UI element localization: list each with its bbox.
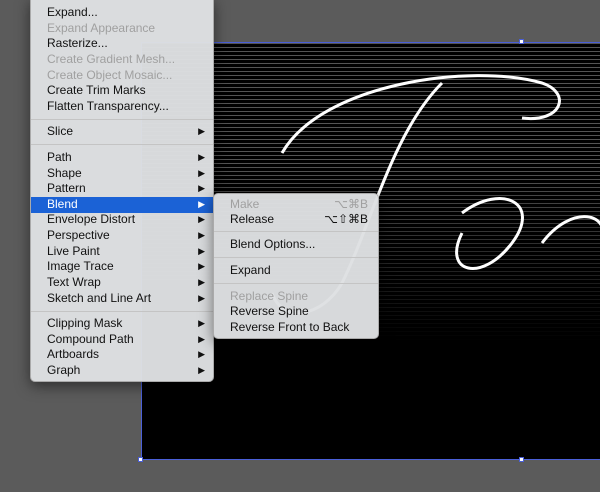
- menu-item-release[interactable]: Release ⌥⇧⌘B: [214, 212, 378, 228]
- menu-item-label: Expand: [230, 263, 271, 277]
- menu-item-label: Blend: [47, 197, 78, 211]
- menu-item-label: Release: [230, 212, 275, 226]
- menu-item-rasterize[interactable]: Rasterize...: [31, 36, 213, 52]
- shortcut-label: ⌥⇧⌘B: [324, 212, 368, 226]
- blend-submenu: Make ⌥⌘B Release ⌥⇧⌘B Blend Options... Expand…: [213, 193, 379, 339]
- menu-separator: [214, 257, 378, 258]
- submenu-arrow-icon: ▶: [198, 277, 205, 287]
- selection-handle[interactable]: [519, 457, 524, 462]
- menu-separator: [31, 311, 213, 312]
- menu-item-label: Path: [47, 150, 72, 164]
- menu-item-blend[interactable]: Blend ▶: [31, 197, 213, 213]
- menu-item-sketch-and-line-art[interactable]: Sketch and Line Art ▶: [31, 291, 213, 307]
- submenu-arrow-icon: ▶: [198, 365, 205, 375]
- menu-item-label: Compound Path: [47, 332, 134, 346]
- menu-item-label: Make: [230, 197, 260, 211]
- menu-item-label: Create Object Mosaic...: [47, 68, 173, 82]
- submenu-arrow-icon: ▶: [198, 246, 205, 256]
- menu-item-shape[interactable]: Shape ▶: [31, 166, 213, 182]
- menu-item-create-gradient-mesh: Create Gradient Mesh...: [31, 52, 213, 68]
- submenu-arrow-icon: ▶: [198, 168, 205, 178]
- menu-item-label: Clipping Mask: [47, 316, 123, 330]
- menu-item-label: Expand...: [47, 5, 98, 19]
- submenu-arrow-icon: ▶: [198, 152, 205, 162]
- menu-item-label: Sketch and Line Art: [47, 291, 152, 305]
- letter-stroke: [540, 215, 600, 244]
- menu-item-slice[interactable]: Slice ▶: [31, 124, 213, 140]
- menu-item-live-paint[interactable]: Live Paint ▶: [31, 244, 213, 260]
- menu-item-label: Perspective: [47, 228, 110, 242]
- letter-stroke: [455, 197, 524, 270]
- submenu-arrow-icon: ▶: [198, 183, 205, 193]
- menu-item-expand[interactable]: Expand...: [31, 5, 213, 21]
- submenu-arrow-icon: ▶: [198, 214, 205, 224]
- menu-item-label: Live Paint: [47, 244, 100, 258]
- submenu-arrow-icon: ▶: [198, 349, 205, 359]
- menu-item-blend-options[interactable]: Blend Options...: [214, 237, 378, 253]
- submenu-arrow-icon: ▶: [198, 261, 205, 271]
- submenu-arrow-icon: ▶: [198, 318, 205, 328]
- object-menu: Expand... Expand Appearance Rasterize... Cr…: [30, 0, 214, 382]
- menu-item-create-object-mosaic: Create Object Mosaic...: [31, 68, 213, 84]
- menu-item-label: Reverse Spine: [230, 304, 309, 318]
- menu-item-compound-path[interactable]: Compound Path ▶: [31, 332, 213, 348]
- menu-item-label: Slice: [47, 124, 74, 138]
- submenu-arrow-icon: ▶: [198, 230, 205, 240]
- menu-item-reverse-spine[interactable]: Reverse Spine: [214, 304, 378, 320]
- menu-item-replace-spine: Replace Spine: [214, 289, 378, 305]
- menu-item-path[interactable]: Path ▶: [31, 150, 213, 166]
- menu-item-make: Make ⌥⌘B: [214, 197, 378, 213]
- menu-item-label: Create Gradient Mesh...: [47, 52, 176, 66]
- menu-separator: [31, 144, 213, 145]
- menu-separator: [214, 231, 378, 232]
- menu-item-clipping-mask[interactable]: Clipping Mask ▶: [31, 316, 213, 332]
- menu-item-label: Reverse Front to Back: [230, 320, 350, 334]
- letter-stroke: [280, 74, 561, 154]
- menu-item-label: Artboards: [47, 347, 100, 361]
- menu-item-label: Graph: [47, 363, 81, 377]
- menu-item-label: Pattern: [47, 181, 86, 195]
- selection-handle[interactable]: [519, 39, 524, 44]
- menu-item-label: Blend Options...: [230, 237, 316, 251]
- menu-item-label: Create Trim Marks: [47, 83, 146, 97]
- menu-item-label: Text Wrap: [47, 275, 101, 289]
- submenu-arrow-icon: ▶: [198, 126, 205, 136]
- menu-item-label: Shape: [47, 166, 82, 180]
- menu-separator: [31, 119, 213, 120]
- shortcut-label: ⌥⌘B: [334, 197, 368, 211]
- selection-handle[interactable]: [138, 457, 143, 462]
- menu-item-label: Image Trace: [47, 259, 114, 273]
- submenu-arrow-icon: ▶: [198, 199, 205, 209]
- menu-item-label: Replace Spine: [230, 289, 309, 303]
- menu-item-graph[interactable]: Graph ▶: [31, 363, 213, 379]
- menu-item-perspective[interactable]: Perspective ▶: [31, 228, 213, 244]
- menu-item-flatten-transparency[interactable]: Flatten Transparency...: [31, 99, 213, 115]
- menu-item-create-trim-marks[interactable]: Create Trim Marks: [31, 83, 213, 99]
- menu-item-label: Rasterize...: [47, 36, 108, 50]
- menu-item-text-wrap[interactable]: Text Wrap ▶: [31, 275, 213, 291]
- menu-item-label: Expand Appearance: [47, 21, 156, 35]
- menu-item-expand[interactable]: Expand: [214, 263, 378, 279]
- menu-separator: [214, 283, 378, 284]
- menu-item-reverse-front-to-back[interactable]: Reverse Front to Back: [214, 320, 378, 336]
- menu-item-label: Flatten Transparency...: [47, 99, 169, 113]
- submenu-arrow-icon: ▶: [198, 293, 205, 303]
- menu-item-pattern[interactable]: Pattern ▶: [31, 181, 213, 197]
- menu-item-artboards[interactable]: Artboards ▶: [31, 347, 213, 363]
- menu-item-image-trace[interactable]: Image Trace ▶: [31, 259, 213, 275]
- submenu-arrow-icon: ▶: [198, 334, 205, 344]
- menu-item-label: Envelope Distort: [47, 212, 136, 226]
- menu-item-expand-appearance: Expand Appearance: [31, 21, 213, 37]
- menu-item-envelope-distort[interactable]: Envelope Distort ▶: [31, 212, 213, 228]
